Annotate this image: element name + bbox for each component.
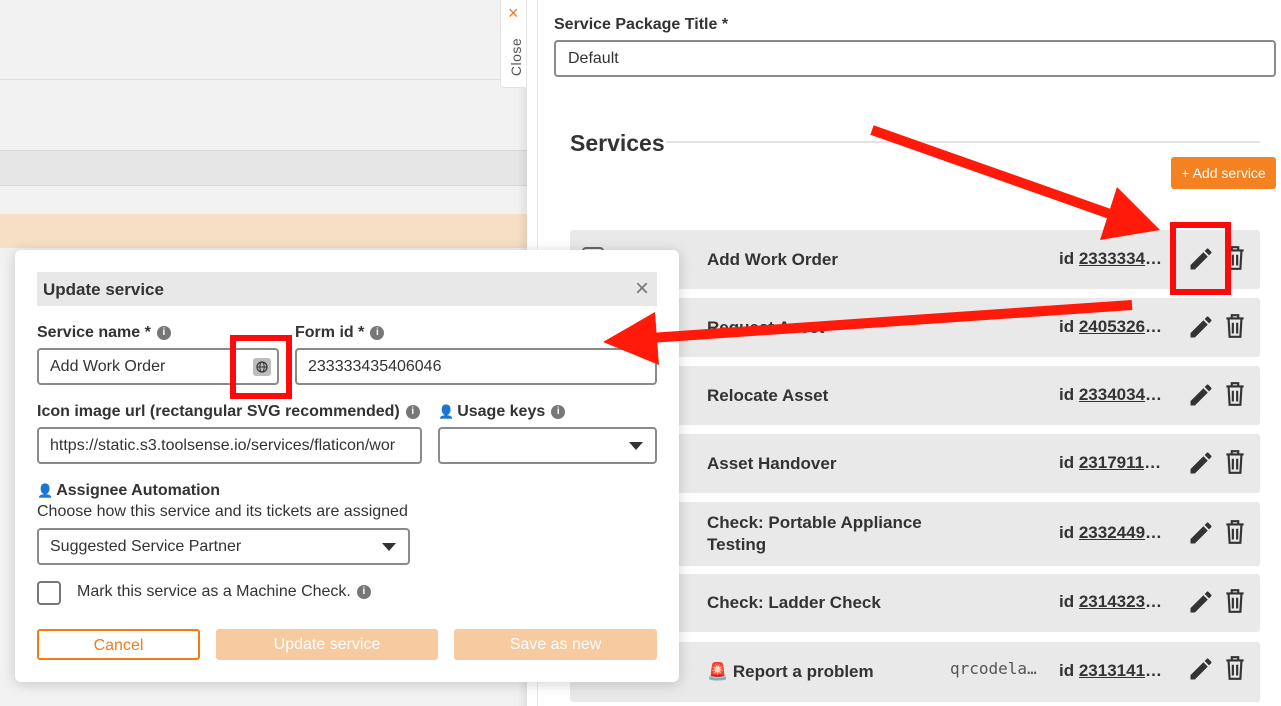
pencil-icon[interactable] [1187,519,1215,547]
add-service-button[interactable]: + Add service [1171,157,1276,189]
service-id-link[interactable]: 23143235... [1079,592,1167,612]
trash-icon[interactable] [1222,380,1250,408]
service-extra: qrcodela… [950,659,1037,678]
pencil-icon[interactable] [1187,588,1215,616]
machine-check-label: Mark this service as a Machine Check. i [77,583,371,601]
services-heading: Services [570,130,665,156]
update-service-modal: Update service × Service name * i Add Wor… [15,250,679,682]
assignee-automation-label: 👤 Assignee Automation [37,482,221,499]
service-name: Asset Handover [707,454,837,473]
chevron-down-icon [629,442,643,450]
service-name: Check: Portable Appliance Testing [707,513,922,554]
pencil-icon[interactable] [1187,381,1215,409]
trash-icon[interactable] [1222,654,1250,682]
form-id-label: Form id * i [295,324,385,342]
service-id: id 23324499... [1059,523,1167,543]
assignee-select[interactable]: Suggested Service Partner [37,528,410,565]
trash-icon[interactable] [1222,587,1250,615]
service-id-link[interactable]: 23333343... [1079,249,1167,269]
icon-url-input[interactable]: https://static.s3.toolsense.io/services/… [37,427,422,464]
info-icon[interactable]: i [405,404,420,419]
service-id: id 23340345... [1059,385,1167,405]
close-icon[interactable]: × [508,4,519,22]
service-id-link[interactable]: 23340345... [1079,385,1167,405]
usage-keys-select[interactable] [438,427,657,464]
service-name-label: Service name * i [37,324,171,342]
info-icon[interactable]: i [156,325,171,340]
service-id: id 23333343... [1059,249,1167,269]
user-icon: 👤 [37,483,54,498]
close-label[interactable]: Close [508,38,524,76]
pencil-icon[interactable] [1187,655,1215,683]
close-panel-tab[interactable]: × Close [500,0,527,88]
service-name: Add Work Order [707,250,838,269]
modal-header: Update service × [37,272,657,306]
annotation-box [230,335,292,399]
info-icon[interactable]: i [551,404,566,419]
service-id-link[interactable]: 23179117... [1079,453,1167,473]
service-id: id 24053260... [1059,317,1167,337]
pencil-icon[interactable] [1187,313,1215,341]
background-highlight-band [0,214,527,248]
service-id: id 23143235... [1059,592,1167,612]
divider [0,79,527,80]
service-name: Relocate Asset [707,386,829,405]
assignee-hint: Choose how this service and its tickets … [37,503,408,520]
machine-check-checkbox[interactable] [37,581,61,605]
info-icon[interactable]: i [356,584,371,599]
service-id-link[interactable]: 24053260... [1079,317,1167,337]
icon-url-label: Icon image url (rectangular SVG recommen… [37,403,420,421]
trash-icon[interactable] [1222,518,1250,546]
service-id: id 23131418... [1059,661,1167,681]
service-name: Request Asset [707,318,825,337]
modal-title: Update service [43,280,164,299]
service-id: id 23179117... [1059,453,1167,473]
service-name: Check: Ladder Check [707,593,881,612]
cancel-button[interactable]: Cancel [37,629,200,660]
package-title-input[interactable]: Default [554,40,1276,77]
usage-keys-label: 👤 Usage keys i [438,403,566,421]
info-icon[interactable]: i [370,325,385,340]
service-name: 🚨 Report a problem [707,662,874,681]
background-band [0,150,527,186]
service-id-link[interactable]: 23324499... [1079,523,1167,543]
close-icon[interactable]: × [635,276,649,302]
save-as-new-button[interactable]: Save as new [454,629,657,660]
services-divider [666,141,1260,143]
update-service-button[interactable]: Update service [216,629,438,660]
trash-icon[interactable] [1222,448,1250,476]
annotation-box [1170,222,1231,295]
form-id-input[interactable]: 233333435406046 [295,348,657,385]
chevron-down-icon [382,543,396,551]
package-title-label: Service Package Title * [554,16,729,33]
trash-icon[interactable] [1222,312,1250,340]
pencil-icon[interactable] [1187,449,1215,477]
user-icon: 👤 [438,404,455,419]
service-id-link[interactable]: 23131418... [1079,661,1167,681]
